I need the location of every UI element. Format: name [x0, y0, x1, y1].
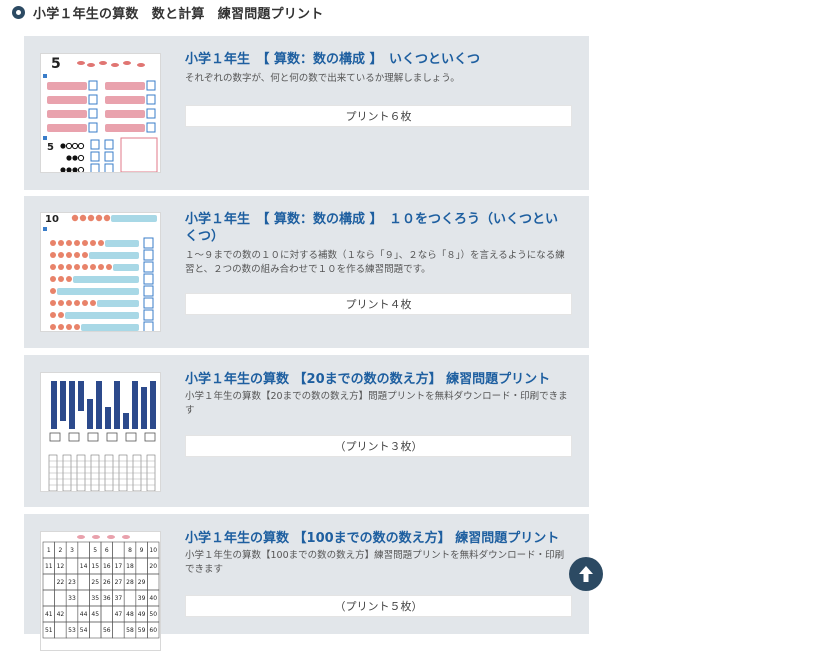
grid-cell-number: 42 — [57, 611, 65, 618]
grid-cell-number: 9 — [140, 547, 144, 554]
circle-bullet-icon — [12, 5, 25, 19]
worksheet-thumbnail[interactable] — [40, 372, 161, 492]
grid-cell-number: 39 — [138, 595, 146, 602]
back-to-top-button[interactable] — [569, 557, 603, 591]
grid-cell-number: 48 — [126, 611, 134, 618]
grid-cell-number: 56 — [103, 627, 111, 634]
grid-cell-number: 28 — [126, 579, 134, 586]
grid-cell-number: 49 — [138, 611, 146, 618]
print-count-button[interactable]: プリント４枚 — [185, 293, 572, 315]
grid-cell-number: 60 — [149, 627, 157, 634]
worksheet-description: 小学１年生の算数【20までの数の数え方】問題プリントを無料ダウンロード・印刷でき… — [185, 391, 568, 416]
worksheet-thumbnail[interactable]: 5 5 — [40, 53, 161, 173]
grid-cell-number: 27 — [115, 579, 123, 586]
svg-text:5: 5 — [47, 142, 54, 153]
grid-cell-number: 45 — [91, 611, 99, 618]
worksheet-description: １～９までの数の１０に対する補数（１なら「９」、２なら「８」）を言えるようになる… — [185, 250, 565, 275]
grid-cell-number: 33 — [68, 595, 76, 602]
print-count-button[interactable]: プリント６枚 — [185, 105, 572, 127]
grid-cell-number: 11 — [45, 563, 53, 570]
worksheet-card: 5 5 小学１年生 【 算数：数の構成 】 いくつといくつ それぞれの数字が、何… — [24, 36, 589, 190]
grid-cell-number: 1 — [47, 547, 51, 554]
grid-cell-number: 14 — [80, 563, 88, 570]
grid-cell-number: 29 — [138, 579, 146, 586]
grid-cell-number: 44 — [80, 611, 88, 618]
grid-cell-number: 8 — [128, 547, 132, 554]
print-count-button[interactable]: （プリント３枚） — [185, 435, 572, 457]
grid-cell-number: 20 — [149, 563, 157, 570]
grid-cell-number: 10 — [149, 547, 157, 554]
worksheet-title-link[interactable]: 小学１年生 【 算数：数の構成 】 いくつといくつ — [185, 51, 570, 68]
grid-cell-number: 59 — [138, 627, 146, 634]
thumb-number: 10 — [45, 214, 59, 225]
worksheet-title-link[interactable]: 小学１年生 【 算数：数の構成 】 １０をつくろう（いくつといくつ） — [185, 211, 570, 245]
grid-cell-number: 5 — [93, 547, 97, 554]
worksheet-title-link[interactable]: 小学１年生の算数 【20までの数の数え方】 練習問題プリント — [185, 371, 570, 388]
arrow-up-icon — [579, 566, 593, 582]
worksheet-thumbnail[interactable]: 1 2 3 5 6 8 9 10 11 12 14 15 16 17 18 20 22 23 25 26 27 28 29 3… — [40, 531, 161, 651]
grid-cell-number: 51 — [45, 627, 53, 634]
worksheet-description: それぞれの数字が、何と何の数で出来ているか理解しましょう。 — [185, 73, 460, 84]
grid-cell-number: 40 — [149, 595, 157, 602]
section-header: 小学１年生の算数 数と計算 練習問題プリント — [12, 2, 323, 22]
grid-cell-number: 23 — [68, 579, 76, 586]
grid-cell-number: 25 — [91, 579, 99, 586]
grid-cell-number: 2 — [58, 547, 62, 554]
grid-cell-number: 36 — [103, 595, 111, 602]
grid-cell-number: 26 — [103, 579, 111, 586]
grid-cell-number: 58 — [126, 627, 134, 634]
worksheet-card: 1 2 3 5 6 8 9 10 11 12 14 15 16 17 18 20 22 23 25 26 27 28 29 3… — [24, 514, 589, 651]
grid-cell-number: 12 — [57, 563, 65, 570]
worksheet-title-link[interactable]: 小学１年生の算数 【100までの数の数え方】 練習問題プリント — [185, 530, 570, 547]
grid-cell-number: 35 — [91, 595, 99, 602]
grid-cell-number: 50 — [149, 611, 157, 618]
grid-cell-number: 37 — [115, 595, 123, 602]
grid-cell-number: 41 — [45, 611, 53, 618]
worksheet-description: 小学１年生の算数【100までの数の数え方】練習問題プリントを無料ダウンロード・印… — [185, 550, 565, 575]
worksheet-card: 10 小学１年生 【 算数：数の構成 】 １０をつくろう（いくつといくつ） １～… — [24, 196, 589, 348]
grid-cell-number: 6 — [105, 547, 109, 554]
thumb-number: 5 — [51, 56, 61, 72]
grid-cell-number: 53 — [68, 627, 76, 634]
grid-cell-number: 15 — [91, 563, 99, 570]
grid-cell-number: 3 — [70, 547, 74, 554]
worksheet-thumbnail[interactable]: 10 — [40, 212, 161, 332]
grid-cell-number: 17 — [115, 563, 123, 570]
grid-cell-number: 47 — [115, 611, 123, 618]
section-title: 小学１年生の算数 数と計算 練習問題プリント — [33, 6, 324, 22]
grid-cell-number: 18 — [126, 563, 134, 570]
grid-cell-number: 54 — [80, 627, 88, 634]
grid-cell-number: 16 — [103, 563, 111, 570]
print-count-button[interactable]: （プリント５枚） — [185, 595, 572, 617]
grid-cell-number: 22 — [57, 579, 65, 586]
worksheet-card: 小学１年生の算数 【20までの数の数え方】 練習問題プリント 小学１年生の算数【… — [24, 355, 589, 507]
